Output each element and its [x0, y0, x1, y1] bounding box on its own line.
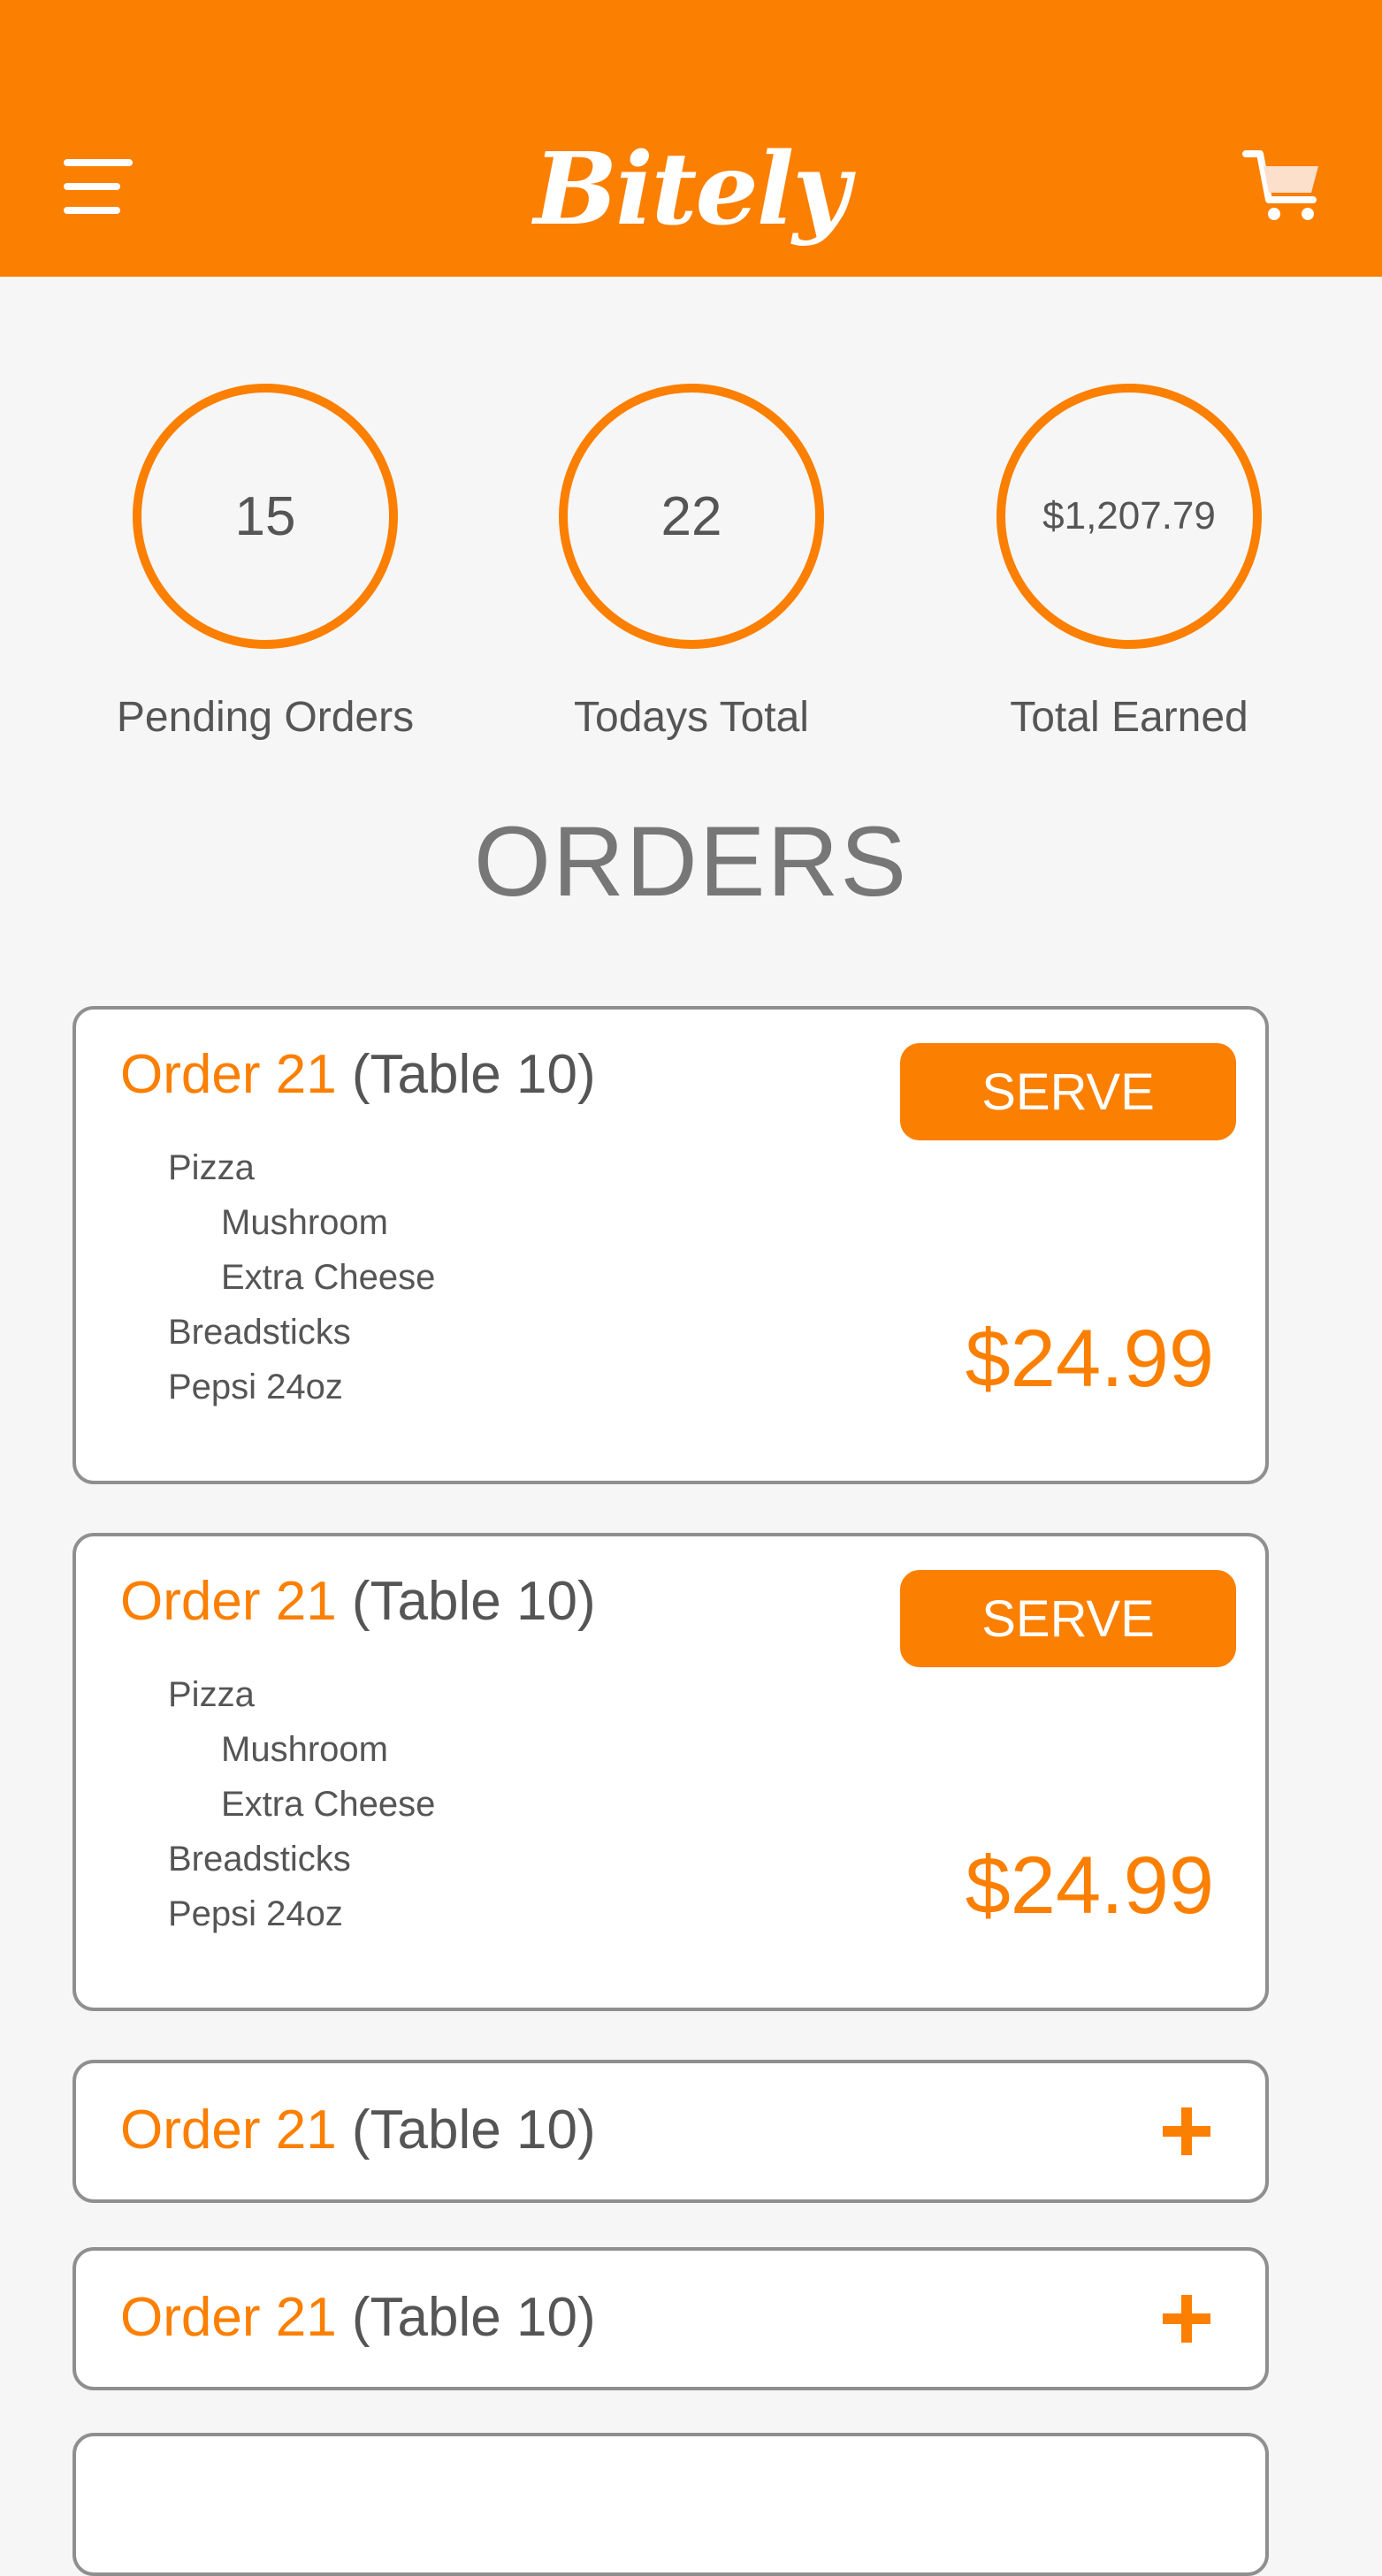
order-item: Pepsi 24oz: [168, 1368, 343, 1406]
app-header: Bitely: [0, 0, 1382, 277]
order-title: Order 21 (Table 10): [120, 2284, 596, 2351]
order-number: Order 21: [120, 1571, 337, 1632]
order-card-partial[interactable]: [73, 2433, 1269, 2576]
serve-button[interactable]: SERVE: [900, 1570, 1236, 1667]
order-item-modifier: Extra Cheese: [221, 1785, 436, 1824]
stat-circle: 15: [133, 384, 398, 649]
shopping-cart-icon[interactable]: [1242, 147, 1322, 226]
order-item-modifier: Mushroom: [221, 1730, 388, 1769]
order-table: (Table 10): [351, 1571, 596, 1632]
order-item: Pizza: [168, 1148, 255, 1187]
order-table: (Table 10): [351, 2100, 596, 2161]
order-card-collapsed[interactable]: Order 21 (Table 10): [73, 2247, 1269, 2390]
order-item: Breadsticks: [168, 1313, 351, 1352]
plus-icon[interactable]: [1163, 2295, 1210, 2343]
order-price: $24.99: [965, 1314, 1214, 1404]
order-card-expanded: Order 21 (Table 10) SERVE Pizza Mushroom…: [73, 1006, 1269, 1484]
order-table: (Table 10): [351, 1044, 596, 1105]
plus-icon[interactable]: [1163, 2107, 1210, 2155]
orders-heading: ORDERS: [473, 806, 909, 917]
order-items-list: Pizza Mushroom Extra Cheese Breadsticks …: [168, 1667, 435, 1941]
stat-pending-orders: 15 Pending Orders: [88, 384, 442, 755]
stat-circle: 22: [559, 384, 824, 649]
stat-label: Pending Orders: [116, 694, 415, 741]
order-number: Order 21: [120, 2100, 337, 2161]
stat-total-earned: $1,207.79 Total Earned: [952, 384, 1306, 755]
order-title: Order 21 (Table 10): [120, 1568, 596, 1635]
stat-todays-total: 22 Todays Total: [515, 384, 868, 755]
stat-label: Total Earned: [1010, 694, 1248, 741]
order-item: Pizza: [168, 1675, 255, 1714]
order-title: Order 21 (Table 10): [120, 2097, 596, 2164]
hamburger-menu-icon[interactable]: [64, 156, 133, 217]
order-card-expanded: Order 21 (Table 10) SERVE Pizza Mushroom…: [73, 1533, 1269, 2011]
order-item: Breadsticks: [168, 1840, 351, 1879]
order-title: Order 21 (Table 10): [120, 1041, 596, 1109]
app-logo: Bitely: [533, 132, 851, 248]
order-item: Pepsi 24oz: [168, 1894, 343, 1933]
order-items-list: Pizza Mushroom Extra Cheese Breadsticks …: [168, 1140, 435, 1414]
order-item-modifier: Extra Cheese: [221, 1258, 436, 1297]
order-number: Order 21: [120, 2287, 337, 2348]
order-item-modifier: Mushroom: [221, 1203, 388, 1242]
order-price: $24.99: [965, 1841, 1214, 1931]
stat-circle: $1,207.79: [996, 384, 1262, 649]
order-table: (Table 10): [351, 2287, 596, 2348]
order-card-collapsed[interactable]: Order 21 (Table 10): [73, 2060, 1269, 2203]
order-number: Order 21: [120, 1044, 337, 1105]
serve-button[interactable]: SERVE: [900, 1043, 1236, 1140]
stat-label: Todays Total: [574, 694, 809, 741]
